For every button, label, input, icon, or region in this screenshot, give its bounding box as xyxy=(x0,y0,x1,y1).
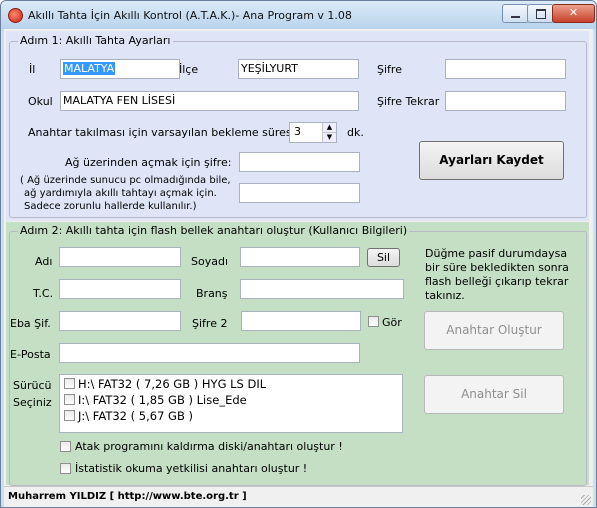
net-note-line1: ( Ağ üzerinde sunucu pc olmadığında bile… xyxy=(20,175,231,186)
step1-title: Adım 1: Akıllı Tahta Ayarları xyxy=(18,34,173,47)
status-bar: Muharrem YILDIZ [ http://www.bte.org.tr … xyxy=(4,486,593,507)
hint-line2: bir süre bekledikten sonra xyxy=(425,261,569,274)
sifre2-label: Şifre 2 xyxy=(192,317,228,330)
minimize-button[interactable] xyxy=(502,4,529,23)
drive-item[interactable]: I:\ FAT32 ( 1,85 GB ) Lise_Ede xyxy=(64,393,247,409)
soyad-label: Soyadı xyxy=(191,255,229,268)
tc-label: T.C. xyxy=(33,287,54,300)
net-password-confirm-field[interactable] xyxy=(239,183,360,203)
ilce-label: İlçe xyxy=(179,63,199,76)
uninstall-checkbox[interactable] xyxy=(60,441,71,452)
sil-button[interactable]: Sil xyxy=(367,248,400,267)
sifre2-field[interactable] xyxy=(241,311,361,331)
wait-value: 3 xyxy=(294,125,301,138)
net-password-field[interactable] xyxy=(239,152,360,172)
eposta-field[interactable] xyxy=(59,343,360,363)
eba-field[interactable] xyxy=(59,311,181,331)
il-label: İl xyxy=(29,63,36,76)
save-settings-button[interactable]: Ayarları Kaydet xyxy=(419,141,564,180)
drive-label: J:\ FAT32 ( 5,67 GB ) xyxy=(78,409,193,423)
drive-checkbox[interactable] xyxy=(64,410,75,421)
resize-grip-icon[interactable] xyxy=(581,495,591,505)
brans-field[interactable] xyxy=(240,279,404,299)
maximize-icon xyxy=(536,9,546,19)
app-icon xyxy=(8,8,23,23)
title-bar[interactable]: Akıllı Tahta İçin Akıllı Kontrol (A.T.A.… xyxy=(1,1,596,29)
sifre-tekrar-field[interactable] xyxy=(445,91,566,111)
il-field[interactable]: MALATYA xyxy=(60,59,180,79)
okul-label: Okul xyxy=(28,95,53,108)
sifre-field[interactable] xyxy=(445,59,566,79)
ilce-field[interactable]: YEŞİLYURT xyxy=(238,59,359,79)
window-title: Akıllı Tahta İçin Akıllı Kontrol (A.T.A.… xyxy=(28,9,352,22)
sifre-label: Şifre xyxy=(377,63,402,76)
step2-panel: Adım 2: Akıllı tahta için flash bellek a… xyxy=(6,222,589,486)
gor-checkbox[interactable] xyxy=(368,316,379,327)
wait-unit: dk. xyxy=(347,126,364,139)
wait-stepper[interactable]: 3 ▲ ▼ xyxy=(289,122,337,143)
wait-stepper-arrows: ▲ ▼ xyxy=(322,123,336,142)
surucu-label-line1: Sürücü xyxy=(13,379,52,392)
status-text: Muharrem YILDIZ [ http://www.bte.org.tr … xyxy=(8,491,247,502)
drive-item[interactable]: J:\ FAT32 ( 5,67 GB ) xyxy=(64,409,193,425)
main-window: Akıllı Tahta İçin Akıllı Kontrol (A.T.A.… xyxy=(0,0,597,508)
step1-panel: Adım 1: Akıllı Tahta Ayarları İl MALATYA… xyxy=(6,31,589,221)
drive-checkbox[interactable] xyxy=(64,394,75,405)
minimize-icon xyxy=(511,16,520,18)
sifre-tekrar-label: Şifre Tekrar xyxy=(377,95,440,108)
net-note-line2: ağ yardımıyla akıllı tahtayı açmak için. xyxy=(24,188,217,199)
tc-field[interactable] xyxy=(59,279,181,299)
eposta-label: E-Posta xyxy=(10,348,51,361)
chevron-down-icon[interactable]: ▼ xyxy=(323,133,336,142)
drive-list[interactable]: H:\ FAT32 ( 7,26 GB ) HYG LS DIL I:\ FAT… xyxy=(59,374,403,433)
drive-item[interactable]: H:\ FAT32 ( 7,26 GB ) HYG LS DIL xyxy=(64,377,266,393)
hint-line4: takınız. xyxy=(425,289,465,302)
drive-label: H:\ FAT32 ( 7,26 GB ) HYG LS DIL xyxy=(78,377,267,391)
client-area: Adım 1: Akıllı Tahta Ayarları İl MALATYA… xyxy=(4,29,593,507)
ad-label: Adı xyxy=(35,255,53,268)
gor-label: Gör xyxy=(382,316,402,329)
drive-label: I:\ FAT32 ( 1,85 GB ) Lise_Ede xyxy=(78,393,247,407)
eba-label: Eba Şif. xyxy=(10,317,51,330)
hint-line1: Düğme pasif durumdaysa xyxy=(425,247,568,260)
wait-label: Anahtar takılması için varsayılan beklem… xyxy=(28,126,295,139)
stats-label: İstatistik okuma yetkilisi anahtarı oluş… xyxy=(75,462,308,475)
chevron-up-icon[interactable]: ▲ xyxy=(323,123,336,133)
soyad-field[interactable] xyxy=(240,247,360,267)
net-note-line3: Sadece zorunlu hallerde kullanılır.) xyxy=(24,201,197,212)
hint-line3: flash belleği çıkarıp tekrar xyxy=(425,275,569,288)
surucu-label-line2: Seçiniz xyxy=(13,396,52,409)
close-icon: ✕ xyxy=(568,6,579,19)
close-button[interactable]: ✕ xyxy=(552,4,595,23)
uninstall-label: Atak programını kaldırma diski/anahtarı … xyxy=(75,440,343,453)
ad-field[interactable] xyxy=(59,247,181,267)
create-key-button[interactable]: Anahtar Oluştur xyxy=(424,311,564,350)
il-value: MALATYA xyxy=(63,62,116,75)
maximize-button[interactable] xyxy=(527,4,554,23)
okul-field[interactable]: MALATYA FEN LİSESİ xyxy=(60,91,359,111)
delete-key-button[interactable]: Anahtar Sil xyxy=(424,375,564,414)
step2-title: Adım 2: Akıllı tahta için flash bellek a… xyxy=(18,224,410,237)
stats-checkbox[interactable] xyxy=(60,463,71,474)
brans-label: Branş xyxy=(196,287,228,300)
drive-checkbox[interactable] xyxy=(64,378,75,389)
net-password-label: Ağ üzerinden açmak için şifre: xyxy=(65,156,232,169)
